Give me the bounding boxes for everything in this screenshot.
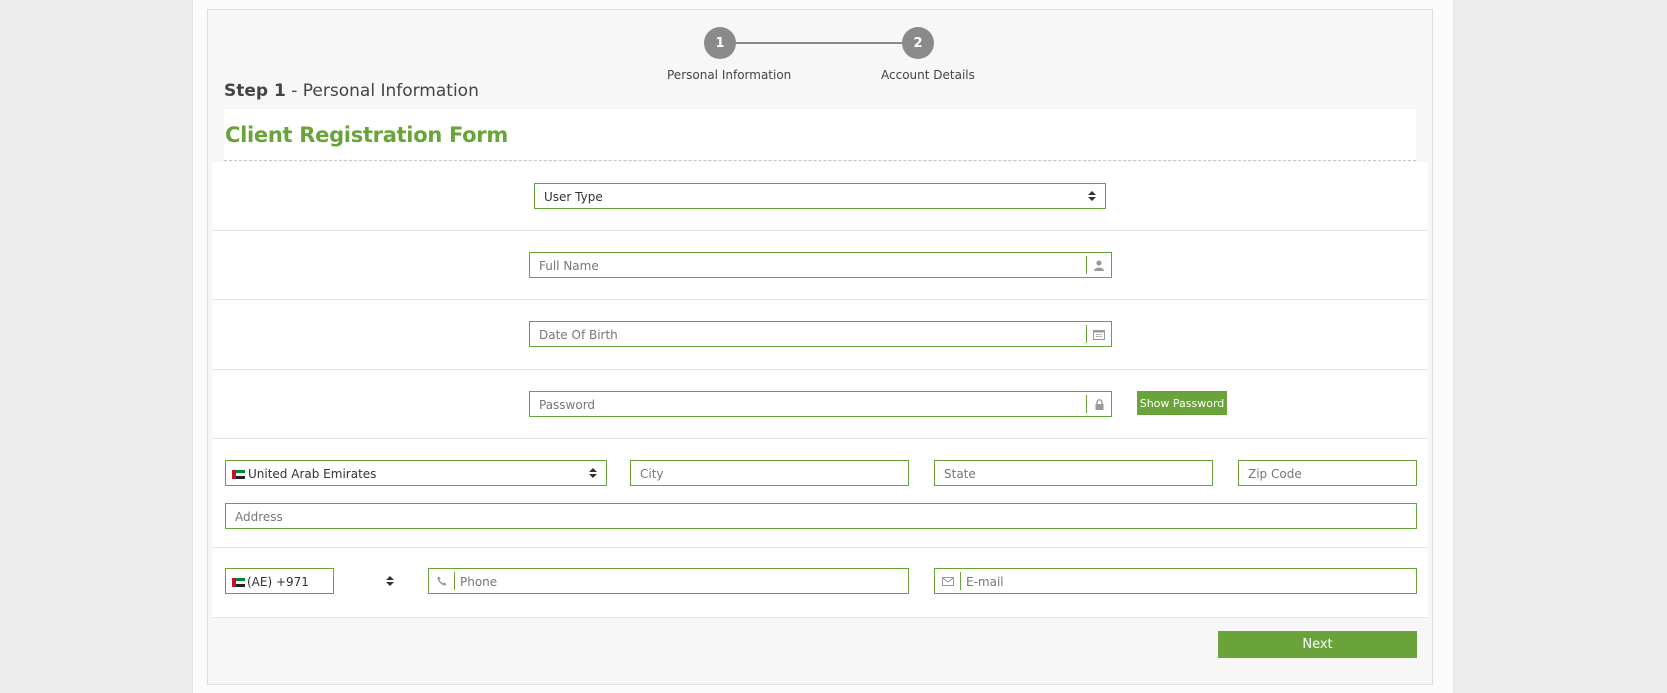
full-name-placeholder: Full Name [539, 259, 599, 273]
full-name-row: Full Name [212, 231, 1428, 300]
state-placeholder: State [944, 467, 976, 481]
email-input[interactable]: E-mail [934, 568, 1417, 594]
dial-code-value: (AE) +971 [247, 575, 309, 589]
step-number: Step 1 [224, 81, 286, 101]
country-value: United Arab Emirates [248, 467, 377, 481]
state-input[interactable]: State [934, 460, 1213, 486]
uae-flag-icon [232, 578, 245, 587]
stepper-connector [736, 42, 920, 44]
next-button[interactable]: Next [1218, 631, 1417, 658]
user-icon [1086, 256, 1111, 274]
date-of-birth-placeholder: Date Of Birth [539, 328, 618, 342]
form-header: Client Registration Form [224, 109, 1416, 161]
password-placeholder: Password [539, 398, 596, 412]
form-footer: Next [212, 618, 1428, 682]
address-row: United Arab Emirates City State Zip Code… [212, 439, 1428, 548]
form-title: Client Registration Form [225, 123, 508, 147]
user-type-select[interactable]: User Type [534, 183, 1106, 209]
country-select[interactable]: United Arab Emirates [225, 460, 607, 486]
email-placeholder: E-mail [966, 575, 1004, 589]
step-1-circle[interactable]: 1 [704, 27, 736, 59]
envelope-icon [935, 572, 961, 590]
address-input[interactable]: Address [225, 503, 1417, 529]
zip-code-input[interactable]: Zip Code [1238, 460, 1417, 486]
address-placeholder: Address [235, 510, 283, 524]
date-of-birth-input[interactable]: Date Of Birth [529, 321, 1112, 347]
phone-placeholder: Phone [460, 575, 498, 589]
step-2-circle[interactable]: 2 [902, 27, 934, 59]
select-arrows-icon [589, 468, 597, 480]
password-row: Password Show Password [212, 370, 1428, 439]
step-2-label: Account Details [881, 68, 975, 82]
contact-row: (AE) +971 Phone E-mail [212, 548, 1428, 618]
dial-code-arrows-icon[interactable] [386, 576, 394, 588]
dial-code-select[interactable]: (AE) +971 [225, 568, 334, 594]
user-type-row: User Type [212, 162, 1428, 231]
step-name: - Personal Information [285, 81, 479, 101]
city-input[interactable]: City [630, 460, 909, 486]
select-arrows-icon [1088, 191, 1096, 203]
step-heading: Step 1 - Personal Information [224, 81, 479, 101]
uae-flag-icon [232, 470, 245, 479]
user-type-value: User Type [544, 190, 603, 204]
phone-icon [429, 572, 455, 590]
lock-icon [1086, 395, 1111, 413]
show-password-button[interactable]: Show Password [1137, 391, 1227, 415]
date-of-birth-row: Date Of Birth [212, 300, 1428, 370]
phone-input[interactable]: Phone [428, 568, 909, 594]
password-input[interactable]: Password [529, 391, 1112, 417]
step-1-label: Personal Information [667, 68, 792, 82]
zip-code-placeholder: Zip Code [1248, 467, 1302, 481]
city-placeholder: City [640, 467, 664, 481]
calendar-icon [1086, 325, 1111, 343]
full-name-input[interactable]: Full Name [529, 252, 1112, 278]
